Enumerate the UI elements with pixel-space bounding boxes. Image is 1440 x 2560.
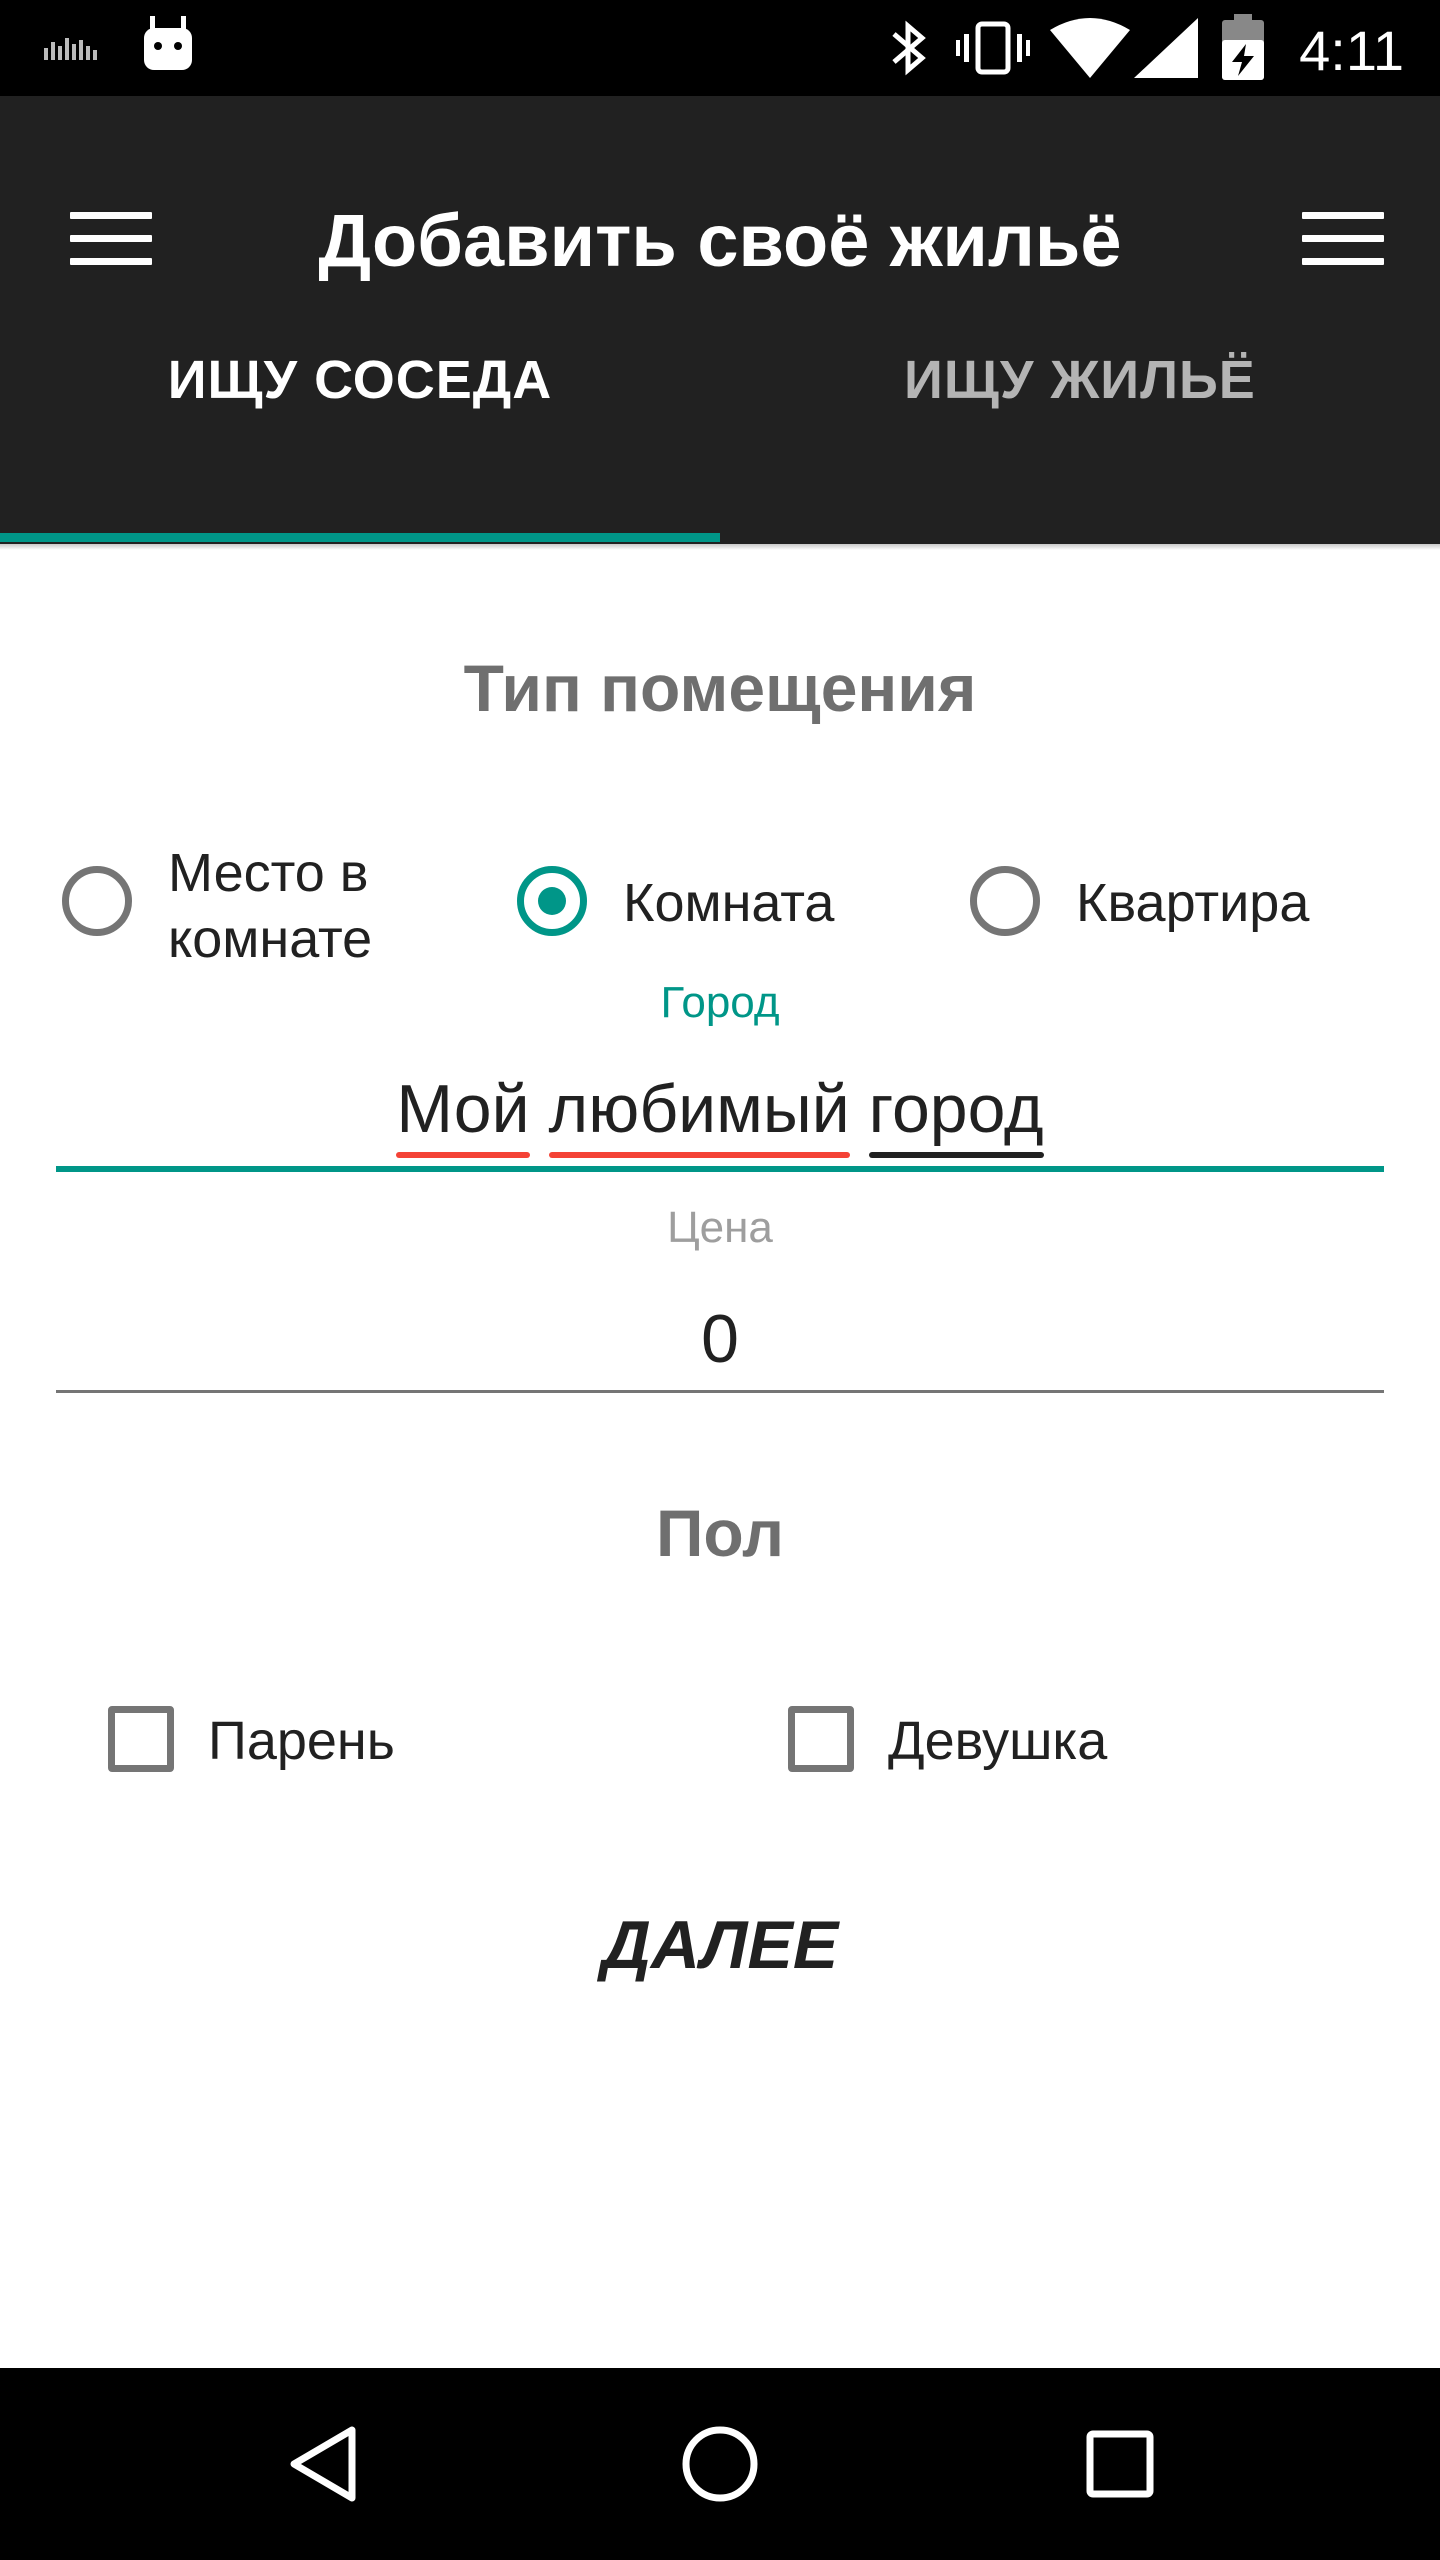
recents-icon[interactable] (1086, 2430, 1154, 2498)
checkbox-unchecked-icon[interactable] (788, 1706, 854, 1772)
checkbox-girl[interactable]: Девушка (788, 1704, 1208, 1784)
next-button[interactable]: ДАЛЕЕ (520, 1890, 920, 2000)
cell-signal-icon (1134, 18, 1198, 78)
gender-heading: Пол (655, 1496, 785, 1570)
right-menu-hamburger-icon[interactable] (1302, 212, 1384, 265)
tab-looking-for-housing[interactable]: ИЩУ ЖИЛЬЁ (720, 312, 1440, 448)
checkbox-unchecked-icon[interactable] (108, 1706, 174, 1772)
city-input-underline (56, 1166, 1384, 1172)
radio-unchecked-icon[interactable] (970, 866, 1040, 936)
radio-label-room: Комната (623, 873, 835, 933)
left-menu-hamburger-icon[interactable] (70, 212, 152, 265)
tab-indicator (0, 533, 720, 542)
vibrate-icon (956, 21, 1030, 75)
radio-checked-icon[interactable] (517, 866, 587, 936)
bluetooth-icon (892, 20, 926, 76)
radio-label-apartment: Квартира (1076, 873, 1310, 933)
wifi-icon (1050, 18, 1130, 78)
radio-apartment[interactable]: Квартира (968, 860, 1388, 950)
battery-charging-icon (1222, 14, 1264, 80)
equalizer-icon (44, 38, 97, 60)
navigation-bar (0, 2368, 1440, 2560)
back-icon[interactable] (286, 2424, 360, 2504)
app-bar-shadow (0, 544, 1440, 550)
city-word-3: город (868, 1071, 1044, 1158)
checkbox-guy[interactable]: Парень (108, 1704, 488, 1784)
checkbox-label-guy: Парень (208, 1711, 395, 1771)
tab-looking-for-neighbor[interactable]: ИЩУ СОСЕДА (0, 312, 720, 448)
radio-unchecked-icon[interactable] (62, 866, 132, 936)
city-word-1: Мой (396, 1071, 530, 1158)
android-icon (144, 16, 192, 70)
price-input-underline (56, 1390, 1384, 1393)
status-bar: 4:11 (0, 0, 1440, 96)
status-time: 4:11 (1299, 19, 1404, 82)
city-field-label: Город (660, 978, 780, 1027)
price-field-label: Цена (667, 1203, 773, 1252)
checkbox-label-girl: Девушка (888, 1711, 1108, 1771)
price-input[interactable]: 0 (56, 1300, 1384, 1378)
home-icon[interactable] (680, 2424, 760, 2504)
radio-place-in-room[interactable]: Место в комнате (60, 840, 440, 980)
radio-label-place-in-room: Место в комнате (168, 843, 373, 969)
city-input[interactable]: Мой любимый город (56, 1070, 1384, 1158)
radio-room[interactable]: Комната (515, 860, 895, 950)
page-title: Добавить своё жильё (318, 199, 1122, 282)
room-type-heading: Тип помещения (463, 651, 977, 725)
city-word-2: любимый (548, 1071, 850, 1158)
